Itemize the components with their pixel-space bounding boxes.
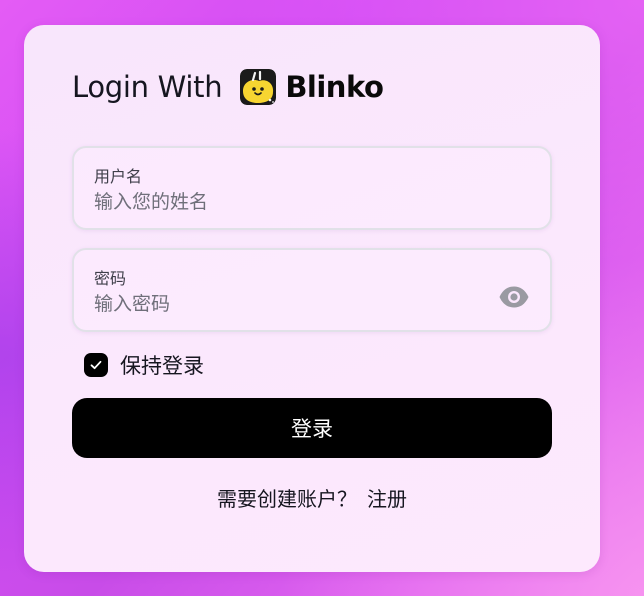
username-input[interactable] [94,188,474,216]
signup-link[interactable]: 注册 [367,487,407,511]
login-button[interactable]: 登录 [72,398,552,458]
password-field[interactable]: 密码 [72,248,552,332]
login-card: Login With Blinko 用户名 密码 [24,25,600,572]
password-label: 密码 [94,269,127,288]
signup-prompt: 需要创建账户？ 注册 [24,483,600,512]
login-heading: Login With Blinko [72,65,384,109]
eye-icon[interactable] [498,285,530,309]
brand-name: Blinko [285,70,384,104]
heading-title: Login With [72,70,223,104]
remember-checkbox[interactable] [84,353,108,377]
signup-prompt-text: 需要创建账户？ [217,487,357,511]
username-label: 用户名 [94,167,143,186]
password-input[interactable] [94,290,474,318]
brand-logo: Blinko [240,69,384,105]
remember-me[interactable]: 保持登录 [84,351,204,379]
checkmark-icon [90,360,102,370]
remember-label: 保持登录 [120,354,204,378]
blinko-logo-icon [240,69,277,105]
username-field[interactable]: 用户名 [72,146,552,230]
